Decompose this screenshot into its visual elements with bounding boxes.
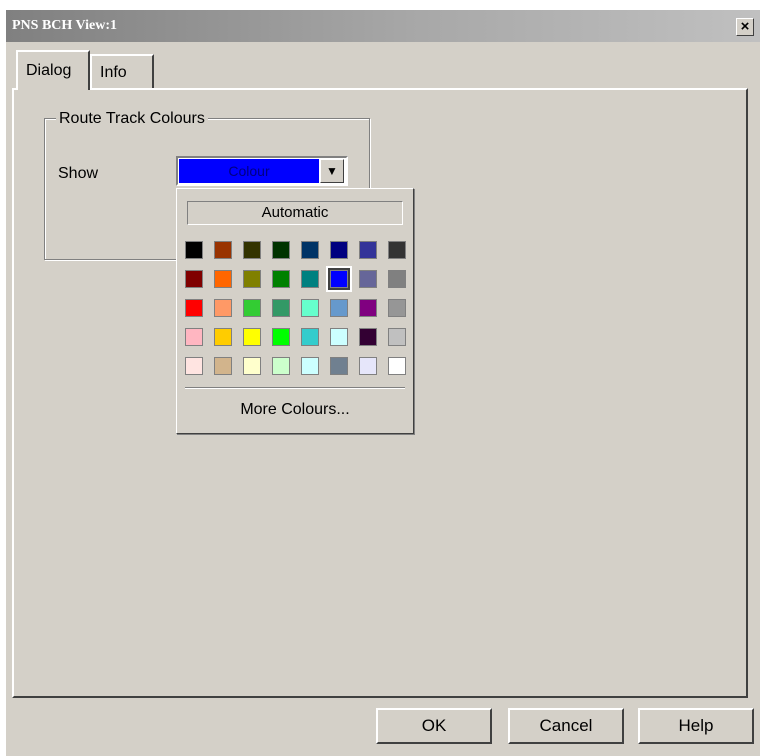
colour-swatch[interactable] xyxy=(359,299,377,317)
colour-swatch[interactable] xyxy=(359,241,377,259)
colour-swatch[interactable] xyxy=(326,266,352,292)
colour-swatch[interactable] xyxy=(214,328,232,346)
colour-swatch[interactable] xyxy=(243,241,261,259)
colour-swatch[interactable] xyxy=(301,357,319,375)
colour-swatch[interactable] xyxy=(301,270,319,288)
colour-swatch[interactable] xyxy=(330,241,348,259)
tab-dialog[interactable]: Dialog xyxy=(16,50,90,90)
colour-swatch[interactable] xyxy=(330,328,348,346)
colour-swatch[interactable] xyxy=(330,357,348,375)
close-button[interactable]: × xyxy=(736,18,754,36)
colour-swatch[interactable] xyxy=(388,328,406,346)
colour-swatch[interactable] xyxy=(214,241,232,259)
colour-swatch[interactable] xyxy=(272,299,290,317)
colour-swatch[interactable] xyxy=(388,270,406,288)
colour-swatch[interactable] xyxy=(272,270,290,288)
cancel-button[interactable]: Cancel xyxy=(508,708,624,744)
colour-swatch[interactable] xyxy=(185,299,203,317)
automatic-button[interactable]: Automatic xyxy=(187,201,403,225)
help-button[interactable]: Help xyxy=(638,708,754,744)
colour-swatch[interactable] xyxy=(185,357,203,375)
colour-swatch[interactable] xyxy=(301,299,319,317)
colour-swatch[interactable] xyxy=(359,357,377,375)
ok-button[interactable]: OK xyxy=(376,708,492,744)
group-title: Route Track Colours xyxy=(56,110,208,128)
colour-swatch[interactable] xyxy=(301,241,319,259)
title-bar: PNS BCH View:1 × xyxy=(6,10,760,42)
colour-swatch[interactable] xyxy=(185,270,203,288)
colour-swatch[interactable] xyxy=(330,299,348,317)
colour-swatch[interactable] xyxy=(243,328,261,346)
colour-combo[interactable]: Colour ▼ xyxy=(176,156,348,186)
more-colours-button[interactable]: More Colours... xyxy=(177,401,413,419)
window-title: PNS BCH View:1 xyxy=(12,18,117,33)
colour-swatch[interactable] xyxy=(214,270,232,288)
colour-swatch[interactable] xyxy=(243,299,261,317)
colour-swatch[interactable] xyxy=(272,328,290,346)
colour-swatch[interactable] xyxy=(243,357,261,375)
colour-swatch[interactable] xyxy=(301,328,319,346)
colour-swatch[interactable] xyxy=(272,357,290,375)
colour-swatch[interactable] xyxy=(243,270,261,288)
colour-swatch[interactable] xyxy=(359,270,377,288)
combo-value: Colour xyxy=(179,159,319,183)
colour-swatch[interactable] xyxy=(185,241,203,259)
colour-swatch[interactable] xyxy=(272,241,290,259)
tab-info[interactable]: Info xyxy=(90,54,154,88)
colour-swatch[interactable] xyxy=(214,357,232,375)
colour-swatch[interactable] xyxy=(359,328,377,346)
colour-picker-popup: Automatic More Colours... xyxy=(176,188,414,434)
colour-swatch[interactable] xyxy=(185,328,203,346)
popup-separator xyxy=(185,387,405,389)
dropdown-arrow-icon[interactable]: ▼ xyxy=(320,159,344,183)
colour-swatch[interactable] xyxy=(388,241,406,259)
show-label: Show xyxy=(58,165,99,182)
colour-swatch[interactable] xyxy=(388,299,406,317)
colour-swatch[interactable] xyxy=(214,299,232,317)
colour-swatch[interactable] xyxy=(388,357,406,375)
